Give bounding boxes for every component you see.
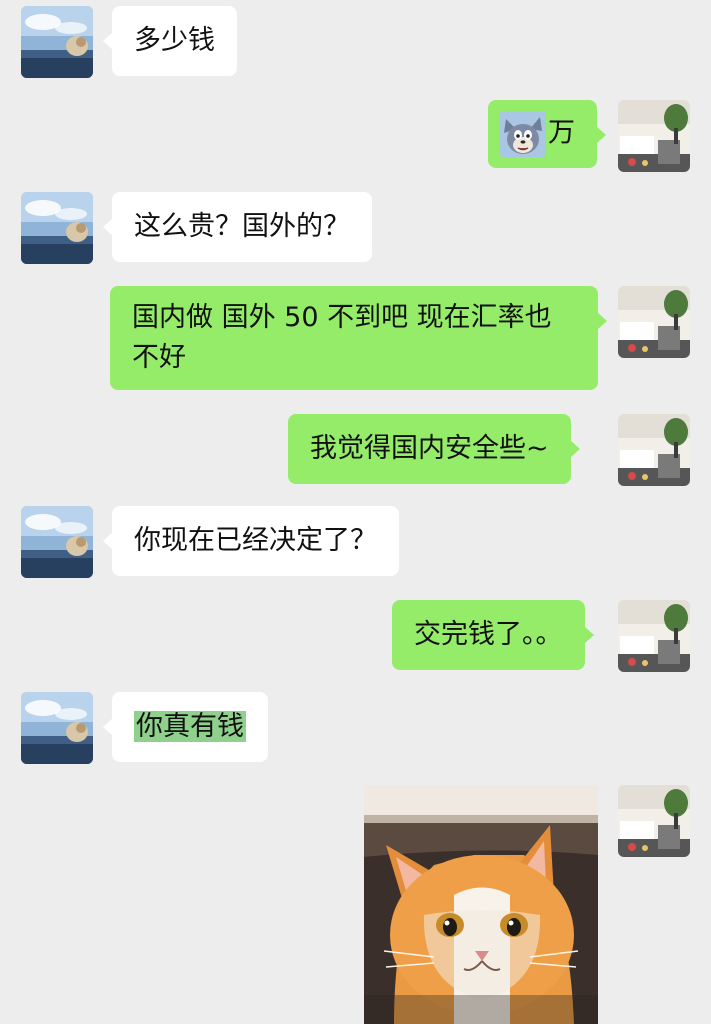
orange-cat-photo[interactable]: [364, 785, 598, 1024]
message-text: 多少钱: [134, 25, 215, 56]
my-avatar[interactable]: [618, 785, 690, 857]
outgoing-message-bubble[interactable]: 交完钱了。。: [392, 600, 593, 670]
selected-message-text[interactable]: 你真有钱: [134, 711, 246, 742]
contact-avatar[interactable]: [21, 192, 93, 264]
tom-cat-face-icon: [500, 111, 546, 157]
outgoing-message-bubble[interactable]: 国内做 国外 50 不到吧 现在汇率也不好: [110, 286, 607, 390]
incoming-message-bubble[interactable]: 多少钱: [103, 6, 237, 76]
message-text: 国内做 国外 50 不到吧 现在汇率也不好: [132, 302, 552, 373]
incoming-message-bubble[interactable]: 你真有钱: [103, 692, 268, 762]
my-avatar[interactable]: [618, 286, 690, 358]
incoming-message-bubble[interactable]: 这么贵？国外的？: [103, 192, 372, 262]
my-avatar[interactable]: [618, 414, 690, 486]
message-text: 我觉得国内安全些~: [310, 433, 549, 464]
contact-avatar[interactable]: [21, 506, 93, 578]
outgoing-message-bubble[interactable]: 我觉得国内安全些~: [288, 414, 580, 484]
chat-area: 多少钱 万 这么贵？国外的？ 国内做 国外 50 不到吧 现在汇率也不好 我觉得…: [0, 0, 711, 1024]
message-text: 万: [548, 117, 575, 149]
message-text: 这么贵？国外的？: [134, 211, 350, 242]
outgoing-message-bubble[interactable]: 万: [488, 100, 606, 168]
incoming-message-bubble[interactable]: 你现在已经决定了？: [103, 506, 399, 576]
message-text: 交完钱了。。: [414, 619, 563, 650]
contact-avatar[interactable]: [21, 692, 93, 764]
my-avatar[interactable]: [618, 100, 690, 172]
message-text: 你现在已经决定了？: [134, 525, 377, 556]
contact-avatar[interactable]: [21, 6, 93, 78]
my-avatar[interactable]: [618, 600, 690, 672]
